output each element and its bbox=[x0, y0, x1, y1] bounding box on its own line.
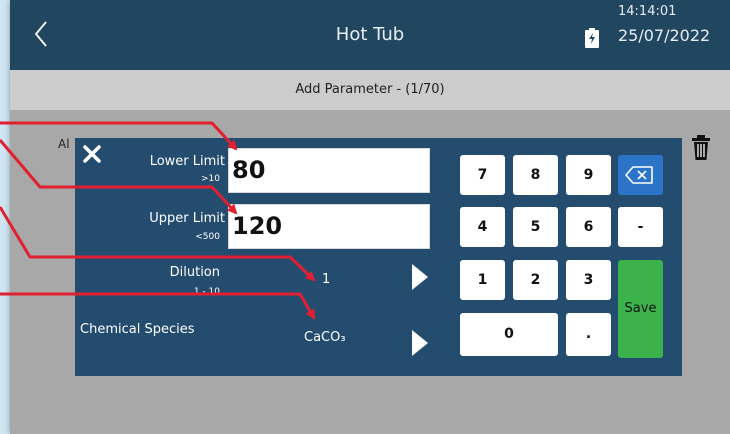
key-7[interactable]: 7 bbox=[460, 155, 505, 195]
key-1[interactable]: 1 bbox=[460, 260, 505, 300]
lower-limit-input[interactable]: 80 bbox=[228, 148, 430, 193]
chemical-species-value[interactable]: CaCO₃ bbox=[304, 330, 346, 345]
key-6[interactable]: 6 bbox=[566, 207, 611, 247]
key-decimal[interactable]: . bbox=[566, 313, 611, 356]
key-minus[interactable]: - bbox=[618, 207, 663, 247]
dilution-next-icon[interactable] bbox=[412, 264, 428, 290]
upper-limit-input[interactable]: 120 bbox=[228, 204, 430, 249]
key-2[interactable]: 2 bbox=[513, 260, 558, 300]
lower-limit-hint: >10 bbox=[201, 174, 220, 184]
chemical-species-next-icon[interactable] bbox=[412, 330, 428, 356]
key-0[interactable]: 0 bbox=[460, 313, 558, 356]
key-9[interactable]: 9 bbox=[566, 155, 611, 195]
upper-limit-hint: <500 bbox=[195, 232, 220, 242]
key-3[interactable]: 3 bbox=[566, 260, 611, 300]
save-button[interactable]: Save bbox=[618, 260, 663, 358]
background-label: Al bbox=[58, 137, 70, 151]
dilution-label: Dilution bbox=[169, 265, 220, 280]
dilution-value[interactable]: 1 bbox=[322, 272, 330, 287]
subheader-title: Add Parameter - (1/70) bbox=[10, 70, 730, 110]
trash-icon[interactable] bbox=[690, 135, 712, 161]
backspace-icon[interactable] bbox=[618, 155, 663, 195]
top-bar: Hot Tub 14:14:01 25/07/2022 bbox=[10, 0, 730, 70]
chemical-species-label: Chemical Species bbox=[80, 322, 195, 337]
clock-date: 25/07/2022 bbox=[618, 26, 711, 45]
upper-limit-label: Upper Limit bbox=[149, 211, 225, 226]
key-8[interactable]: 8 bbox=[513, 155, 558, 195]
key-5[interactable]: 5 bbox=[513, 207, 558, 247]
key-4[interactable]: 4 bbox=[460, 207, 505, 247]
clock-time: 14:14:01 bbox=[618, 4, 677, 19]
lower-limit-label: Lower Limit bbox=[149, 154, 225, 169]
battery-charging-icon bbox=[585, 28, 599, 48]
dilution-hint: 1 - 10 bbox=[193, 287, 220, 297]
backspace-button[interactable] bbox=[618, 155, 663, 195]
